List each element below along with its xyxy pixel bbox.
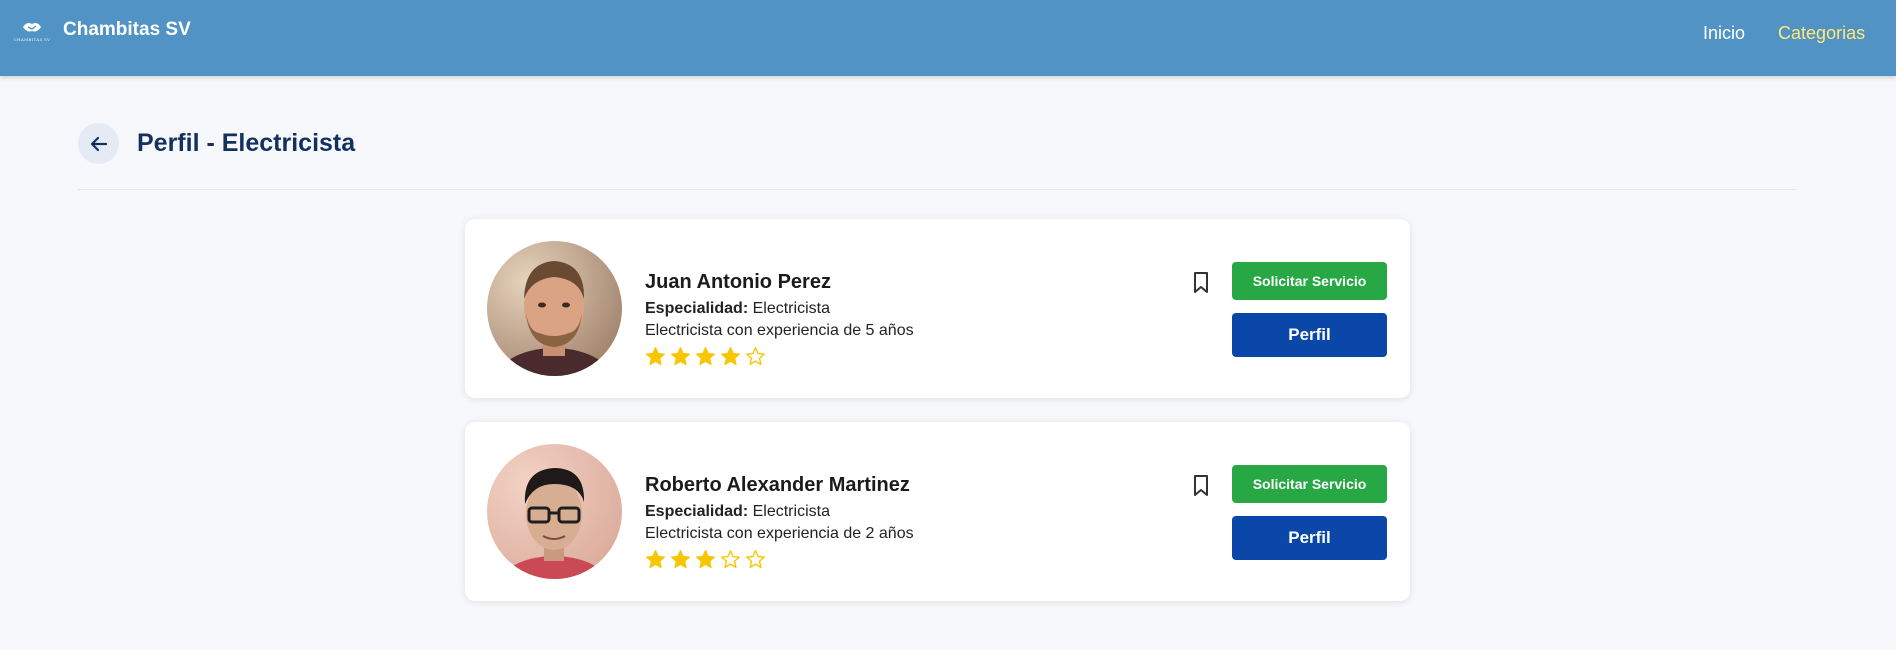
page-header: Perfil - Electricista	[78, 123, 355, 164]
avatar	[487, 241, 622, 376]
provider-specialty: Especialidad: Electricista	[645, 502, 914, 521]
perfil-button[interactable]: Perfil	[1232, 516, 1387, 560]
handshake-icon	[23, 23, 41, 32]
provider-description: Electricista con experiencia de 2 años	[645, 525, 914, 542]
bookmark-icon[interactable]	[1190, 474, 1212, 498]
star-empty-icon	[720, 549, 741, 570]
perfil-button[interactable]: Perfil	[1232, 313, 1387, 357]
arrow-left-icon	[90, 136, 107, 151]
avatar	[487, 444, 622, 579]
star-filled-icon	[695, 346, 716, 367]
specialty-label: Especialidad:	[645, 503, 749, 520]
provider-specialty: Especialidad: Electricista	[645, 299, 914, 318]
provider-card: Juan Antonio Perez Especialidad: Electri…	[465, 219, 1410, 398]
specialty-value: Electricista	[752, 300, 830, 317]
provider-name: Roberto Alexander Martinez	[645, 474, 910, 496]
star-filled-icon	[670, 346, 691, 367]
provider-info: Juan Antonio Perez Especialidad: Electri…	[645, 270, 914, 367]
rating-stars	[645, 549, 914, 570]
brand[interactable]: CHAMBITAS SV Chambitas SV	[10, 16, 191, 44]
provider-description: Electricista con experiencia de 5 años	[645, 322, 914, 339]
nav-link-categorias[interactable]: Categorias	[1778, 23, 1865, 44]
star-empty-icon	[745, 346, 766, 367]
nav-links: Inicio Categorias Pe	[1703, 23, 1896, 44]
provider-info: Roberto Alexander Martinez Especialidad:…	[645, 473, 914, 570]
star-filled-icon	[670, 549, 691, 570]
rating-stars	[645, 346, 914, 367]
specialty-label: Especialidad:	[645, 300, 749, 317]
star-filled-icon	[695, 549, 716, 570]
brand-logo: CHAMBITAS SV	[10, 16, 54, 44]
star-filled-icon	[645, 549, 666, 570]
star-filled-icon	[645, 346, 666, 367]
logo-text: CHAMBITAS SV	[13, 37, 51, 42]
solicitar-servicio-button[interactable]: Solicitar Servicio	[1232, 465, 1387, 503]
brand-name: Chambitas SV	[63, 19, 191, 40]
nav-link-inicio[interactable]: Inicio	[1703, 23, 1745, 44]
back-button[interactable]	[78, 123, 119, 164]
star-filled-icon	[720, 346, 741, 367]
provider-name: Juan Antonio Perez	[645, 271, 831, 293]
header-divider	[78, 189, 1796, 190]
page-title: Perfil - Electricista	[137, 129, 356, 157]
specialty-value: Electricista	[752, 503, 830, 520]
provider-card: Roberto Alexander Martinez Especialidad:…	[465, 422, 1410, 601]
solicitar-servicio-button[interactable]: Solicitar Servicio	[1232, 262, 1387, 300]
top-navbar: CHAMBITAS SV Chambitas SV Inicio Categor…	[0, 0, 1896, 76]
bookmark-icon[interactable]	[1190, 271, 1212, 295]
star-empty-icon	[745, 549, 766, 570]
